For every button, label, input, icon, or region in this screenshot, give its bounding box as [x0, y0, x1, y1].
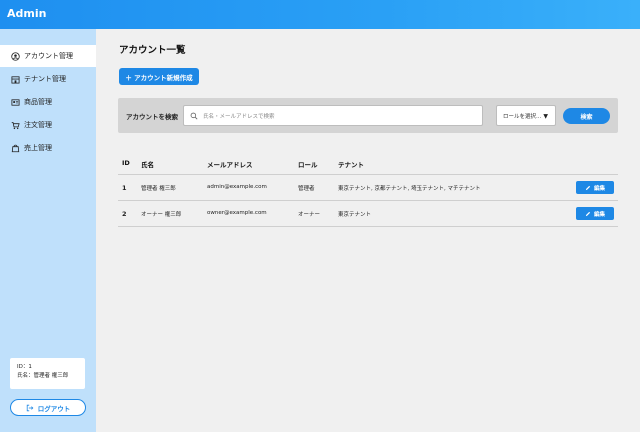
caret-down-icon: ▼: [543, 113, 548, 120]
column-header-email: メールアドレス: [207, 161, 253, 169]
product-icon: [11, 98, 20, 107]
role-select[interactable]: ロールを選択... ▼: [496, 105, 556, 126]
column-header-id: ID: [122, 159, 130, 167]
sidebar-item-tenants[interactable]: テナント管理: [0, 68, 96, 90]
tenant-icon: [11, 75, 20, 84]
cell-name: 管理者 権三郎: [141, 186, 176, 192]
pencil-icon: [585, 185, 594, 191]
row-divider: [118, 174, 618, 175]
logout-label: ログアウト: [37, 404, 71, 413]
sidebar-item-orders[interactable]: 注文管理: [0, 114, 96, 136]
edit-button[interactable]: 編集: [576, 181, 614, 194]
pencil-icon: [585, 211, 594, 217]
sales-icon: [11, 144, 20, 153]
account-circle-icon: [11, 51, 20, 61]
cell-role: 管理者: [298, 186, 315, 192]
row-divider: [118, 226, 618, 227]
cell-id: 1: [122, 184, 127, 192]
search-input[interactable]: 氏名・メールアドレスで検索: [183, 105, 483, 126]
page-title: アカウント一覧: [119, 45, 186, 56]
sidebar-item-accounts[interactable]: アカウント管理: [0, 45, 96, 67]
search-label: アカウントを検索: [126, 113, 178, 121]
column-header-role: ロール: [298, 161, 318, 169]
row-divider: [118, 200, 618, 201]
search-icon: [190, 112, 203, 120]
sidebar-item-label: テナント管理: [24, 75, 66, 83]
cell-role: オーナー: [298, 212, 321, 218]
logout-icon: [26, 404, 38, 412]
cell-email: owner@example.com: [207, 210, 267, 216]
app-brand: Admin: [7, 7, 47, 20]
edit-button[interactable]: 編集: [576, 207, 614, 220]
sidebar-item-products[interactable]: 商品管理: [0, 91, 96, 113]
edit-label: 編集: [593, 185, 605, 192]
role-select-value: ロールを選択...: [503, 113, 542, 120]
cart-icon: [11, 121, 20, 130]
cell-id: 2: [122, 210, 127, 218]
create-account-button[interactable]: ＋ アカウント新規作成: [119, 68, 199, 85]
user-id: ID：1: [17, 364, 32, 370]
search-placeholder: 氏名・メールアドレスで検索: [203, 113, 275, 120]
column-header-name: 氏名: [141, 161, 154, 169]
sidebar-item-label: 商品管理: [24, 98, 52, 106]
sidebar-item-label: アカウント管理: [24, 52, 73, 60]
edit-label: 編集: [593, 211, 605, 218]
cell-tenant: 東京テナント: [338, 212, 372, 218]
sidebar-item-label: 売上管理: [24, 144, 52, 152]
top-bar: Admin: [0, 0, 640, 29]
cell-email: admin@example.com: [207, 184, 267, 190]
cell-tenant: 東京テナント, 京都テナント, 埼玉テナント, マチテナント: [338, 186, 481, 192]
sidebar-item-sales[interactable]: 売上管理: [0, 137, 96, 159]
search-panel: アカウントを検索 氏名・メールアドレスで検索 ロールを選択... ▼ 検索: [118, 98, 618, 133]
user-name: 氏名：管理者 権三郎: [17, 373, 69, 379]
current-user-card: ID：1 氏名：管理者 権三郎: [10, 358, 85, 389]
sidebar-item-label: 注文管理: [24, 121, 52, 129]
column-header-tenant: テナント: [338, 161, 364, 169]
logout-button[interactable]: ログアウト: [10, 399, 86, 416]
search-button[interactable]: 検索: [563, 108, 610, 124]
cell-name: オーナー 権三郎: [141, 212, 182, 218]
